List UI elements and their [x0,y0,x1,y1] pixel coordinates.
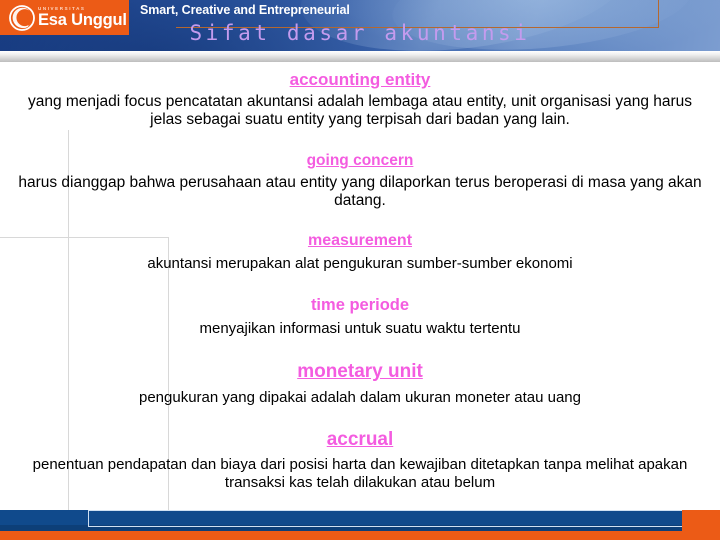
footer-orange-strip [0,531,720,540]
concept-term: monetary unit [297,361,423,383]
slide-footer [0,505,720,540]
concept-block-monetary-unit: monetary unit pengukuran yang dipakai ad… [0,361,720,406]
concept-description: menyajikan informasi untuk suatu waktu t… [199,319,521,337]
header-gloss-strip [0,51,720,62]
concept-term: accrual [326,428,394,450]
concept-description: penentuan pendapatan dan biaya dari posi… [32,456,688,491]
concept-block-going-concern: going concern harus dianggap bahwa perus… [0,152,720,210]
concept-term: accounting entity [289,70,431,89]
concept-description: harus dianggap bahwa perusahaan atau ent… [18,174,702,210]
slide-content: accounting entity yang menjadi focus pen… [0,62,720,491]
concept-description: akuntansi merupakan alat pengukuran sumb… [147,254,573,272]
concept-block-accrual: accrual penentuan pendapatan dan biaya d… [0,429,720,492]
concept-block-measurement: measurement akuntansi merupakan alat pen… [0,232,720,272]
presentation-slide: UNIVERSITAS Esa Unggul Smart, Creative a… [0,0,720,540]
concept-term: measurement [307,232,413,250]
footer-outline-frame [88,510,688,527]
concept-block-accounting-entity: accounting entity yang menjadi focus pen… [0,70,720,128]
slide-title: Sifat dasar akuntansi [189,21,531,45]
concept-term: time periode [310,296,410,315]
concept-term: going concern [306,152,414,170]
header-tagline: Smart, Creative and Entrepreneurial [140,3,350,17]
concept-block-time-periode: time periode menyajikan informasi untuk … [0,296,720,337]
concept-description: pengukuran yang dipakai adalah dalam uku… [139,389,581,407]
concept-description: yang menjadi focus pencatatan akuntansi … [27,92,693,128]
